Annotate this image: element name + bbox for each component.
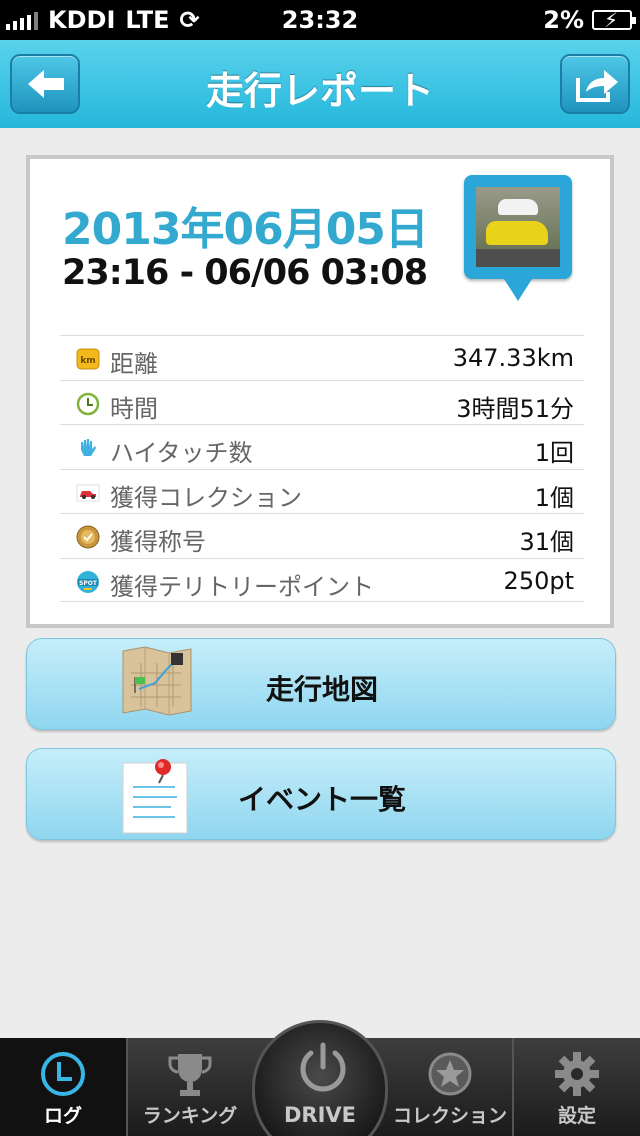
km-icon: km [76, 348, 100, 370]
stat-value: 3時間51分 [456, 394, 574, 423]
tab-collection[interactable]: コレクション [388, 1038, 512, 1136]
power-icon [300, 1042, 346, 1092]
stat-row-hightouch: ハイタッチ数 1回 [60, 424, 584, 469]
stat-label: 獲得コレクション [110, 483, 302, 512]
event-list-button[interactable]: イベント一覧 [26, 748, 616, 840]
car-icon [76, 484, 100, 501]
stat-value: 347.33km [452, 344, 574, 372]
report-card: 2013年06月05日 23:16 - 06/06 03:08 km 距離 34… [26, 155, 614, 628]
spot-icon: SPOT [77, 570, 99, 593]
stat-value: 1個 [534, 483, 574, 512]
report-time-range: 23:16 - 06/06 03:08 [62, 253, 428, 293]
stat-row-collection: 獲得コレクション 1個 [60, 468, 584, 514]
tab-settings[interactable]: 設定 [514, 1038, 640, 1136]
tab-log-label: ログ [43, 1105, 82, 1127]
stat-label: 距離 [110, 350, 158, 378]
trophy-icon [168, 1054, 212, 1096]
stat-value: 31個 [519, 528, 574, 556]
clock-icon [76, 392, 100, 415]
map-button[interactable]: 走行地図 [26, 638, 616, 730]
stat-row-distance: km 距離 347.33km [60, 335, 584, 380]
tab-log[interactable]: ログ [0, 1038, 126, 1136]
battery-icon: ⚡ [592, 8, 636, 32]
report-date: 2013年06月05日 [62, 204, 429, 255]
hand-icon [81, 439, 96, 456]
nav-bar: 走行レポート [0, 40, 640, 128]
stat-label: 獲得テリトリーポイント [110, 572, 374, 601]
stat-label: 獲得称号 [110, 528, 206, 556]
medal-icon [76, 525, 100, 549]
stat-row-titles: 獲得称号 31個 [60, 513, 584, 558]
tab-settings-label: 設定 [557, 1105, 596, 1127]
map-button-label: 走行地図 [265, 673, 378, 706]
stat-value: 250pt [503, 566, 574, 595]
clock-icon [41, 1052, 85, 1096]
battery-percent: 2% [543, 6, 584, 34]
stats-list: km 距離 347.33km 時間 3時間51分 ハイタッチ数 1回 獲得コレク… [60, 335, 584, 602]
tab-ranking[interactable]: ランキング [128, 1038, 252, 1136]
share-icon [576, 70, 618, 102]
svg-text:km: km [80, 356, 95, 366]
car-photo [476, 187, 560, 267]
tab-collection-label: コレクション [392, 1105, 507, 1127]
stat-row-territory: SPOT 獲得テリトリーポイント 250pt [60, 557, 584, 602]
status-bar: KDDI LTE ⟳ 23:32 2% ⚡ [0, 0, 640, 40]
page-title: 走行レポート [205, 69, 434, 113]
share-button[interactable] [560, 54, 630, 114]
svg-text:SPOT: SPOT [79, 580, 98, 587]
drive-label: DRIVE [283, 1103, 356, 1127]
stat-value: 1回 [534, 439, 574, 467]
tab-ranking-label: ランキング [142, 1105, 238, 1127]
event-list-button-label: イベント一覧 [237, 783, 406, 816]
stat-row-time: 時間 3時間51分 [60, 379, 584, 425]
star-icon [428, 1052, 472, 1096]
stat-label: ハイタッチ数 [110, 439, 253, 467]
stat-label: 時間 [110, 394, 158, 423]
gear-icon [555, 1052, 599, 1096]
photo-pin[interactable] [464, 175, 572, 301]
